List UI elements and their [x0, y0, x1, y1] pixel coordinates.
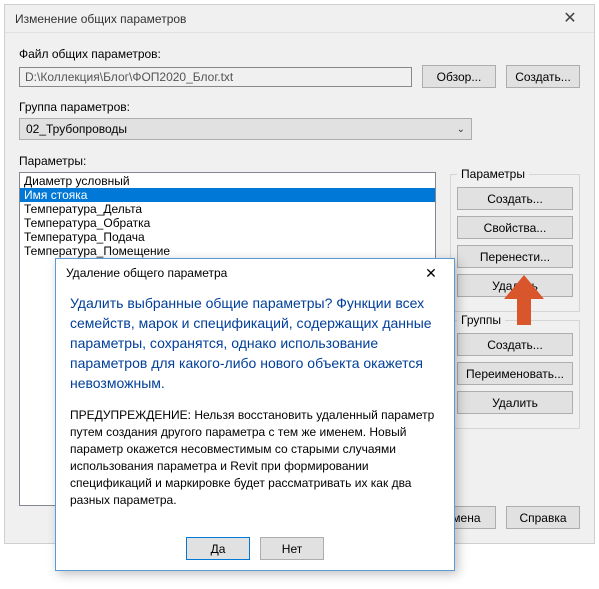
param-item[interactable]: Температура_Дельта — [20, 202, 435, 216]
main-title: Изменение общих параметров — [15, 12, 186, 26]
browse-button[interactable]: Обзор... — [422, 65, 496, 88]
group-delete-button[interactable]: Удалить — [457, 391, 573, 414]
chevron-down-icon: ⌄ — [457, 124, 465, 135]
modal-message: Удалить выбранные общие параметры? Функц… — [70, 293, 440, 393]
create-file-button[interactable]: Создать... — [506, 65, 580, 88]
param-item[interactable]: Диаметр условный — [20, 174, 435, 188]
main-help-button[interactable]: Справка — [506, 506, 580, 529]
delete-param-confirm-dialog: Удаление общего параметра ✕ Удалить выбр… — [55, 258, 455, 571]
main-titlebar: Изменение общих параметров ✕ — [5, 5, 594, 33]
file-path-field[interactable]: D:\Коллекция\Блог\ФОП2020_Блог.txt — [19, 67, 412, 87]
param-props-button[interactable]: Свойства... — [457, 216, 573, 239]
params-group: Параметры Создать... Свойства... Перенес… — [450, 174, 580, 312]
group-select-value: 02_Трубопроводы — [26, 122, 127, 136]
group-new-button[interactable]: Создать... — [457, 333, 573, 356]
groups-group: Группы Создать... Переименовать... Удали… — [450, 320, 580, 429]
main-close-button[interactable]: ✕ — [550, 8, 590, 30]
group-rename-button[interactable]: Переименовать... — [457, 362, 573, 385]
modal-yes-button[interactable]: Да — [186, 537, 250, 560]
param-move-button[interactable]: Перенести... — [457, 245, 573, 268]
param-item[interactable]: Имя стояка — [20, 188, 435, 202]
params-label: Параметры: — [19, 154, 580, 168]
modal-warning: ПРЕДУПРЕЖДЕНИЕ: Нельзя восстановить удал… — [70, 407, 440, 509]
group-select[interactable]: 02_Трубопроводы ⌄ — [19, 118, 472, 140]
modal-title: Удаление общего параметра — [66, 266, 227, 280]
file-label: Файл общих параметров: — [19, 47, 580, 61]
groups-group-title: Группы — [457, 313, 505, 327]
modal-close-button[interactable]: ✕ — [414, 265, 448, 282]
param-item[interactable]: Температура_Обратка — [20, 216, 435, 230]
group-label: Группа параметров: — [19, 100, 580, 114]
param-item[interactable]: Температура_Помещение — [20, 244, 435, 258]
param-new-button[interactable]: Создать... — [457, 187, 573, 210]
params-group-title: Параметры — [457, 167, 529, 181]
param-item[interactable]: Температура_Подача — [20, 230, 435, 244]
param-delete-button[interactable]: Удалить — [457, 274, 573, 297]
modal-no-button[interactable]: Нет — [260, 537, 324, 560]
